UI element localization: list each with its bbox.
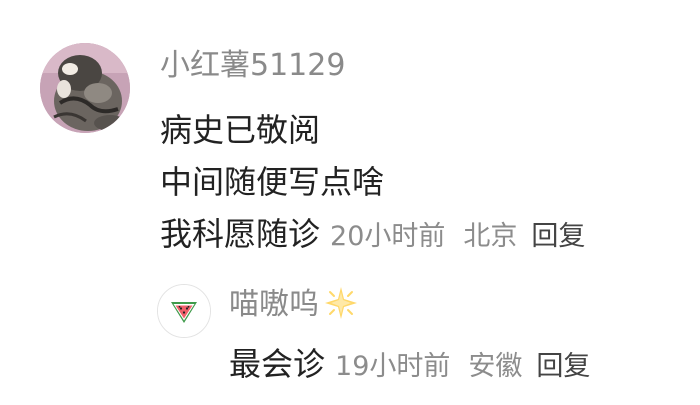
reply-button[interactable]: 回复 <box>536 351 590 382</box>
watermelon-icon <box>158 285 210 337</box>
comment-thread: 小红薯51129 病史已敬阅 中间随便写点啥 我科愿随诊 20小时前 北京 回复 喵嗷… <box>0 0 700 405</box>
timestamp: 19小时前 <box>335 351 451 382</box>
sparkle-star-icon <box>325 286 357 319</box>
username[interactable]: 喵嗷呜 <box>229 283 359 327</box>
avatar[interactable] <box>157 284 211 338</box>
comment-text-line: 病史已敬阅 <box>160 111 321 149</box>
reply-item: 喵嗷呜 最会诊 19小时前 安徽 回复 <box>0 268 700 405</box>
cat-photo-avatar-icon <box>40 43 130 133</box>
location: 北京 <box>463 221 518 252</box>
username[interactable]: 小红薯51129 <box>160 44 345 88</box>
comment-text-line: 我科愿随诊 <box>160 215 321 253</box>
timestamp: 20小时前 <box>330 221 446 252</box>
reply-text: 最会诊 <box>229 345 326 383</box>
reply-body: 最会诊 19小时前 安徽 回复 <box>229 338 590 393</box>
username-text: 喵嗷呜 <box>229 287 319 322</box>
avatar[interactable] <box>40 43 130 133</box>
reply-button[interactable]: 回复 <box>531 221 585 252</box>
comment-item: 小红薯51129 病史已敬阅 中间随便写点啥 我科愿随诊 20小时前 北京 回复 <box>0 0 700 260</box>
comment-text-line: 中间随便写点啥 <box>160 163 385 201</box>
comment-body: 病史已敬阅 中间随便写点啥 我科愿随诊 20小时前 北京 回复 <box>160 104 585 260</box>
location: 安徽 <box>468 351 523 382</box>
comment-last-line: 我科愿随诊 20小时前 北京 回复 <box>160 208 585 260</box>
